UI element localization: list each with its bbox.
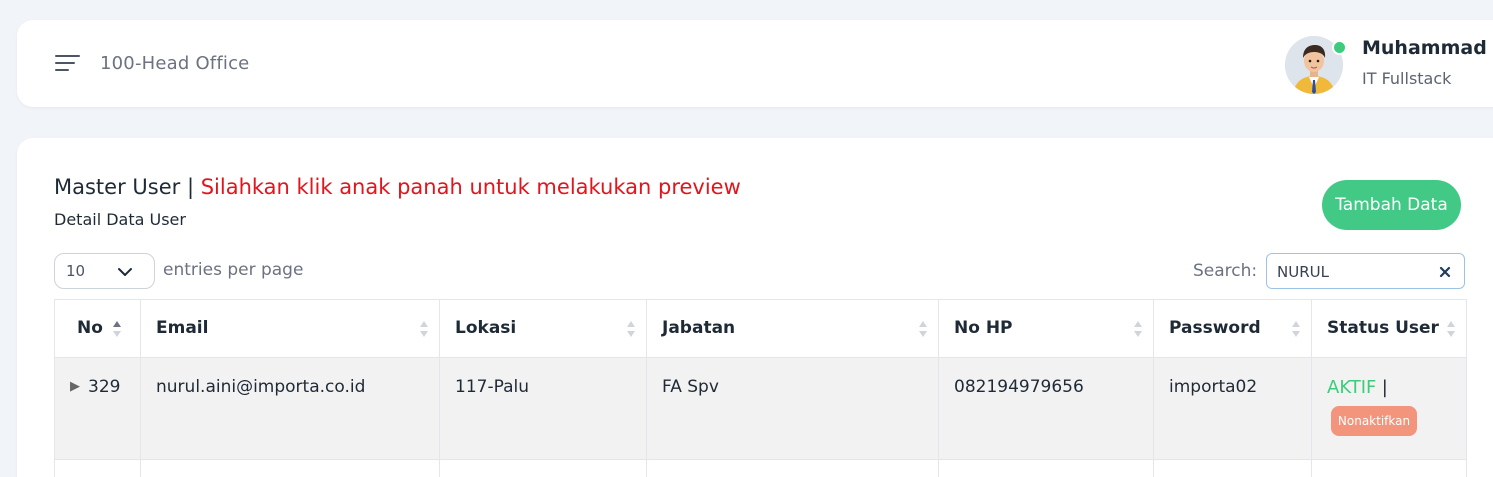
table-header-row: No Email Lokasi Jabatan No HP Password S… [54, 299, 1467, 358]
sort-icon [420, 321, 428, 337]
cell-status: AKTIF | Nonaktifkan [1311, 357, 1467, 460]
status-separator: | [1381, 377, 1388, 398]
user-name[interactable]: Muhammad [1362, 37, 1487, 59]
table-row: ▶ 329 nurul.aini@importa.co.id 117-Palu F… [54, 357, 1467, 460]
preview-hint: Silahkan klik anak panah untuk melakukan… [200, 175, 741, 199]
sort-icon [627, 321, 635, 337]
column-header-jabatan[interactable]: Jabatan [646, 299, 939, 358]
column-header-label: No [77, 318, 103, 338]
cell-jabatan: FA Spv [646, 357, 939, 460]
row-number: 329 [88, 377, 121, 397]
column-header-no[interactable]: No [54, 299, 141, 358]
cell-no-hp: 082194979656 [938, 357, 1154, 460]
page-subtitle: Detail Data User [54, 210, 186, 229]
entries-label: entries per page [163, 260, 304, 280]
clear-search-icon[interactable] [1439, 266, 1451, 278]
sort-ascending-icon [113, 321, 121, 337]
column-header-label: Email [156, 318, 209, 338]
empty-cell [54, 459, 141, 477]
cell-no: ▶ 329 [54, 357, 141, 460]
sort-icon [919, 321, 927, 337]
empty-cell [140, 459, 440, 477]
content-card: Master User | Silahkan klik anak panah u… [17, 138, 1493, 477]
column-header-password[interactable]: Password [1153, 299, 1312, 358]
status-badge: AKTIF [1327, 377, 1377, 398]
page-title: Master User | Silahkan klik anak panah u… [54, 175, 741, 199]
column-header-no-hp[interactable]: No HP [938, 299, 1154, 358]
column-header-label: Jabatan [662, 318, 736, 338]
sort-icon [1134, 321, 1142, 337]
column-header-email[interactable]: Email [140, 299, 440, 358]
cell-password: importa02 [1153, 357, 1312, 460]
empty-cell [1311, 459, 1467, 477]
expand-row-icon[interactable]: ▶ [70, 379, 80, 394]
search-field[interactable] [1266, 253, 1465, 289]
column-header-label: Lokasi [455, 318, 517, 338]
sort-icon [1447, 321, 1455, 337]
empty-cell [646, 459, 939, 477]
column-header-label: Password [1169, 318, 1261, 338]
chevron-down-icon [118, 268, 132, 276]
entries-per-page-select[interactable]: 10 [54, 253, 155, 289]
search-input[interactable] [1277, 261, 1427, 283]
table-row [54, 459, 1467, 477]
cell-email: nurul.aini@importa.co.id [140, 357, 440, 460]
sort-icon [1292, 321, 1300, 337]
user-table: No Email Lokasi Jabatan No HP Password S… [54, 299, 1467, 477]
cell-lokasi: 117-Palu [439, 357, 647, 460]
top-header: 100-Head Office Muhammad IT Fullstack [17, 20, 1493, 107]
online-status-dot [1332, 40, 1347, 55]
menu-icon[interactable] [55, 53, 81, 73]
user-role: IT Fullstack [1362, 69, 1452, 88]
entries-select-value: 10 [66, 262, 86, 280]
page-title-text: Master User [54, 175, 181, 199]
deactivate-button[interactable]: Nonaktifkan [1331, 406, 1417, 436]
column-header-status-user[interactable]: Status User [1311, 299, 1467, 358]
column-header-lokasi[interactable]: Lokasi [439, 299, 647, 358]
empty-cell [938, 459, 1154, 477]
office-label: 100-Head Office [100, 53, 250, 74]
column-header-label: No HP [954, 318, 1013, 338]
title-separator: | [180, 175, 201, 199]
search-label: Search: [1193, 261, 1258, 281]
empty-cell [439, 459, 647, 477]
add-data-button[interactable]: Tambah Data [1322, 180, 1461, 230]
column-header-label: Status User [1327, 318, 1439, 338]
empty-cell [1153, 459, 1312, 477]
